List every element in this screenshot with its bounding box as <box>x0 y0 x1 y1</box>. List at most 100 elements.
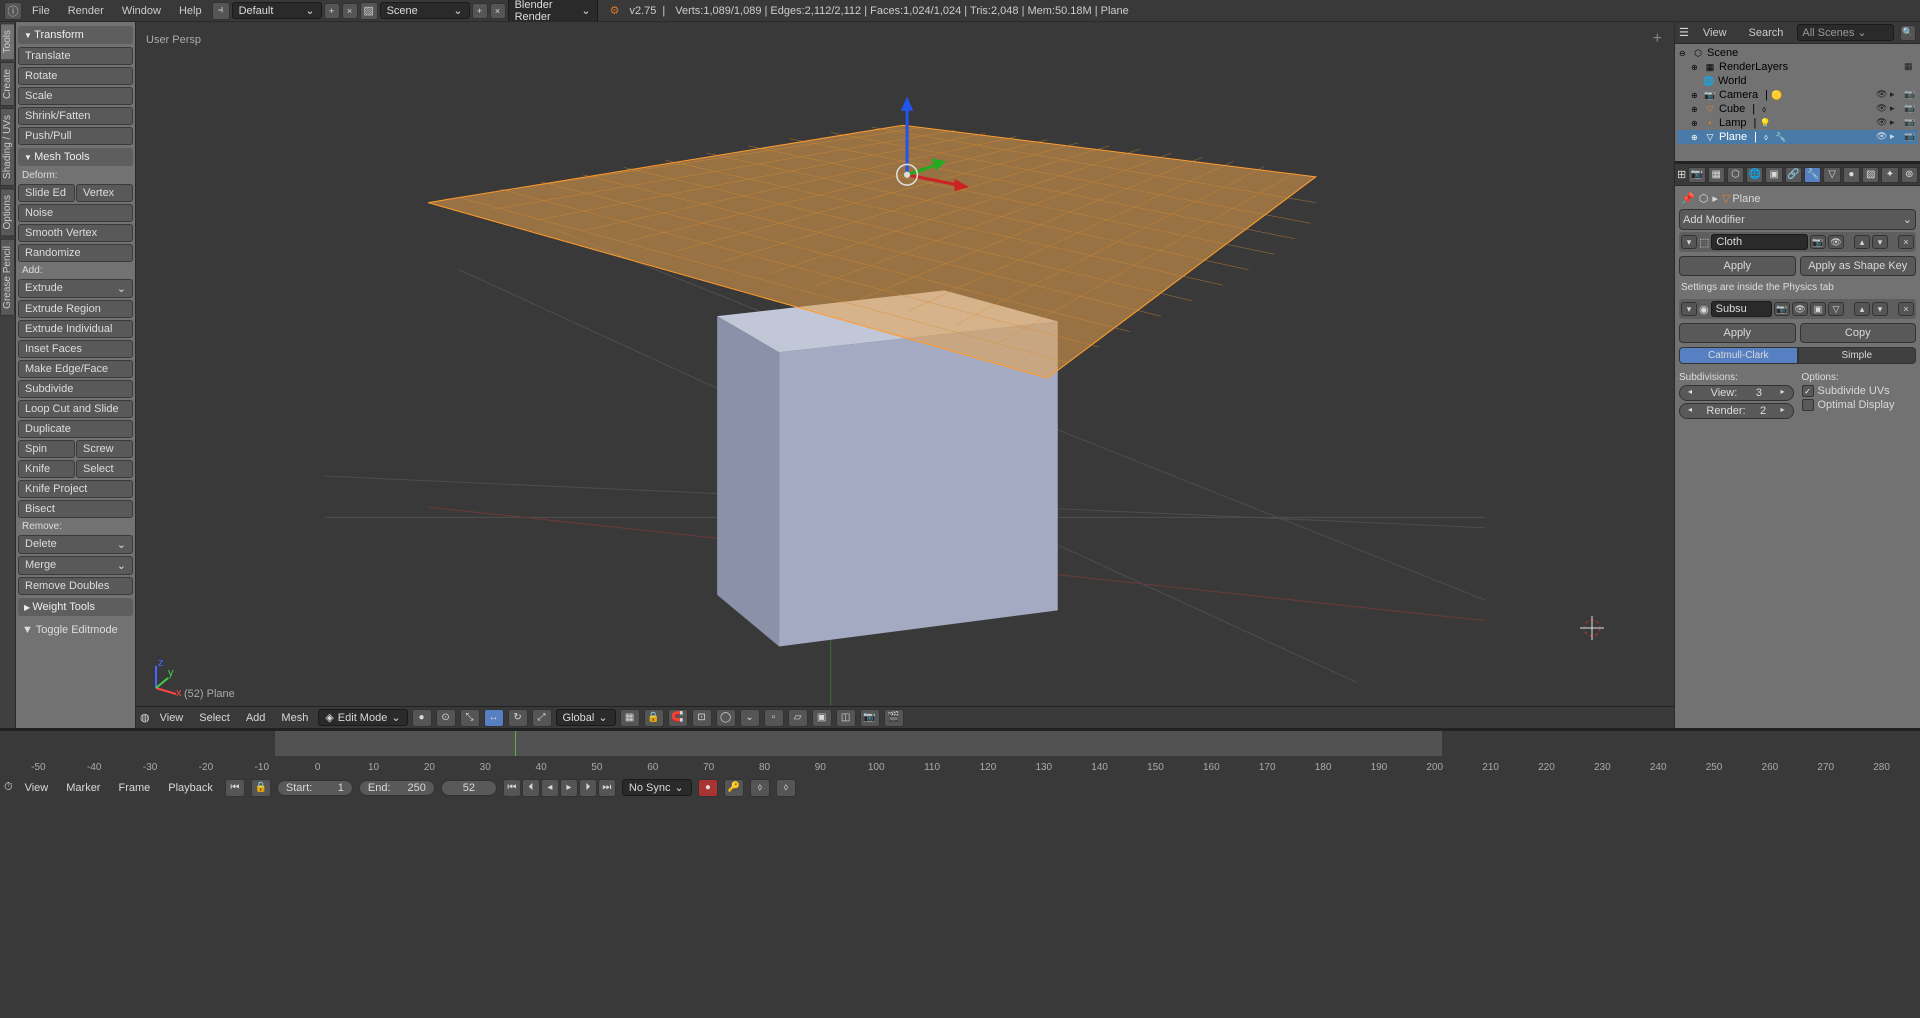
render-anim-icon[interactable]: 🎬 <box>884 709 904 727</box>
cloth-display-toggle[interactable]: 👁 <box>1828 235 1844 249</box>
start-frame-field[interactable]: Start:1 <box>277 780 353 796</box>
subsurf-name-field[interactable]: Subsu <box>1711 301 1772 317</box>
proportional-falloff-icon[interactable]: ⌄ <box>740 709 760 727</box>
scene-browse-icon[interactable]: ▨ <box>360 2 378 20</box>
noise-button[interactable]: Noise <box>18 204 133 222</box>
subsurf-apply-button[interactable]: Apply <box>1679 323 1796 343</box>
3d-viewport[interactable]: User Persp + <box>136 22 1674 728</box>
delete-key-icon[interactable]: ⬨ <box>776 779 796 797</box>
jump-start-icon[interactable]: ⏮ <box>503 779 521 797</box>
smooth-vertex-button[interactable]: Smooth Vertex <box>18 224 133 242</box>
layers-icon[interactable]: ▦ <box>620 709 640 727</box>
transform-panel-header[interactable]: Transform <box>18 26 133 44</box>
editor-type-3dview-icon[interactable]: ◍ <box>140 711 150 724</box>
limit-selection-icon[interactable]: ◫ <box>836 709 856 727</box>
prop-tab-renderlayers[interactable]: ▦ <box>1708 167 1725 183</box>
tab-tools[interactable]: Tools <box>0 23 15 60</box>
tl-frame-menu[interactable]: Frame <box>112 780 156 796</box>
randomize-button[interactable]: Randomize <box>18 244 133 262</box>
select-menu[interactable]: Select <box>193 710 236 726</box>
snap-toggle-icon[interactable]: 🧲 <box>668 709 688 727</box>
remove-doubles-button[interactable]: Remove Doubles <box>18 577 133 595</box>
prop-tab-material[interactable]: ● <box>1843 167 1860 183</box>
add-modifier-button[interactable]: Add Modifier⌄ <box>1679 209 1916 230</box>
screw-button[interactable]: Screw <box>76 440 133 458</box>
outliner-camera[interactable]: Camera <box>1719 89 1758 101</box>
subsurf-delete[interactable]: × <box>1898 302 1914 316</box>
make-edge-face-button[interactable]: Make Edge/Face <box>18 360 133 378</box>
prop-tab-world[interactable]: 🌐 <box>1746 167 1763 183</box>
translate-button[interactable]: Translate <box>18 47 133 65</box>
outliner-view-menu[interactable]: View <box>1695 25 1735 41</box>
orientation-dropdown[interactable]: Global ⌄ <box>556 709 616 726</box>
duplicate-button[interactable]: Duplicate <box>18 420 133 438</box>
subsurf-move-up[interactable]: ▴ <box>1854 302 1870 316</box>
outliner-cube[interactable]: Cube <box>1719 103 1745 115</box>
outliner-filter-dropdown[interactable]: All Scenes ⌄ <box>1797 24 1894 41</box>
keyframe-next-icon[interactable]: ⏵ <box>579 779 597 797</box>
lock-time-icon[interactable]: 🔒 <box>251 779 271 797</box>
outliner-world[interactable]: World <box>1718 75 1747 87</box>
lock-camera-icon[interactable]: 🔒 <box>644 709 664 727</box>
snap-element-icon[interactable]: ⊡ <box>692 709 712 727</box>
knife-button[interactable]: Knife <box>18 460 75 478</box>
cloth-apply-button[interactable]: Apply <box>1679 256 1796 276</box>
weight-tools-header[interactable]: Weight Tools <box>18 598 133 616</box>
spin-button[interactable]: Spin <box>18 440 75 458</box>
prop-tab-physics[interactable]: ⊚ <box>1901 167 1918 183</box>
outliner-scene[interactable]: Scene <box>1707 47 1738 59</box>
loop-cut-button[interactable]: Loop Cut and Slide <box>18 400 133 418</box>
prop-tab-modifiers[interactable]: 🔧 <box>1804 167 1821 183</box>
merge-dropdown[interactable]: Merge⌄ <box>18 556 133 575</box>
proportional-edit-icon[interactable]: ◯ <box>716 709 736 727</box>
cloth-collapse-icon[interactable]: ▾ <box>1681 235 1697 249</box>
editor-type-properties-icon[interactable]: ⊞ <box>1677 168 1686 181</box>
prop-tab-constraints[interactable]: 🔗 <box>1785 167 1802 183</box>
inset-faces-button[interactable]: Inset Faces <box>18 340 133 358</box>
timeline-ruler[interactable]: -50-40-30-20-100102030405060708090100110… <box>0 756 1920 778</box>
editor-type-icon[interactable]: ⓘ <box>4 2 22 20</box>
manipulator-rotate-icon[interactable]: ↻ <box>508 709 528 727</box>
outliner-search-icon[interactable]: 🔍 <box>1900 25 1916 41</box>
mesh-tools-header[interactable]: Mesh Tools <box>18 148 133 166</box>
tl-view-menu[interactable]: View <box>19 780 55 796</box>
tl-marker-menu[interactable]: Marker <box>60 780 106 796</box>
slide-vertex-button[interactable]: Vertex <box>76 184 133 202</box>
keyframe-prev-icon[interactable]: ⏴ <box>522 779 540 797</box>
prop-tab-scene[interactable]: ⬡ <box>1727 167 1744 183</box>
prop-tab-data[interactable]: ▽ <box>1823 167 1840 183</box>
menu-help[interactable]: Help <box>171 3 210 19</box>
face-select-icon[interactable]: ▣ <box>812 709 832 727</box>
manipulator-scale-icon[interactable]: ⤢ <box>532 709 552 727</box>
manipulator-toggle-icon[interactable]: ⤡ <box>460 709 480 727</box>
cloth-delete[interactable]: × <box>1898 235 1914 249</box>
rotate-button[interactable]: Rotate <box>18 67 133 85</box>
cloth-move-down[interactable]: ▾ <box>1872 235 1888 249</box>
timeline[interactable]: -50-40-30-20-100102030405060708090100110… <box>0 728 1920 776</box>
extrude-region-button[interactable]: Extrude Region <box>18 300 133 318</box>
cloth-render-toggle[interactable]: 📷 <box>1810 235 1826 249</box>
play-icon[interactable]: ▸ <box>560 779 578 797</box>
delete-layout-icon[interactable]: × <box>342 3 358 19</box>
outliner-lamp[interactable]: Lamp <box>1719 117 1747 129</box>
view-menu[interactable]: View <box>154 710 190 726</box>
extrude-individual-button[interactable]: Extrude Individual <box>18 320 133 338</box>
jump-end-icon[interactable]: ⏭ <box>598 779 616 797</box>
simple-toggle[interactable]: Simple <box>1798 347 1917 364</box>
knife-project-button[interactable]: Knife Project <box>18 480 133 498</box>
menu-file[interactable]: File <box>24 3 58 19</box>
outliner[interactable]: ⊖⬡Scene ⊕▦RenderLayers▦ 🌐World ⊕📷Camera|… <box>1675 44 1920 164</box>
vertex-select-icon[interactable]: ▫ <box>764 709 784 727</box>
cloth-move-up[interactable]: ▴ <box>1854 235 1870 249</box>
subsurf-copy-button[interactable]: Copy <box>1800 323 1917 343</box>
delete-scene-icon[interactable]: × <box>490 3 506 19</box>
menu-render[interactable]: Render <box>60 3 112 19</box>
add-layout-icon[interactable]: + <box>324 3 340 19</box>
prop-tab-render[interactable]: 📷 <box>1688 167 1705 183</box>
extrude-dropdown[interactable]: Extrude⌄ <box>18 279 133 298</box>
catmull-clark-toggle[interactable]: Catmull-Clark <box>1679 347 1798 364</box>
auto-keyframe-icon[interactable]: ● <box>698 779 718 797</box>
outliner-search-menu[interactable]: Search <box>1741 25 1792 41</box>
mesh-menu[interactable]: Mesh <box>275 710 314 726</box>
cloth-name-field[interactable]: Cloth <box>1711 234 1808 250</box>
